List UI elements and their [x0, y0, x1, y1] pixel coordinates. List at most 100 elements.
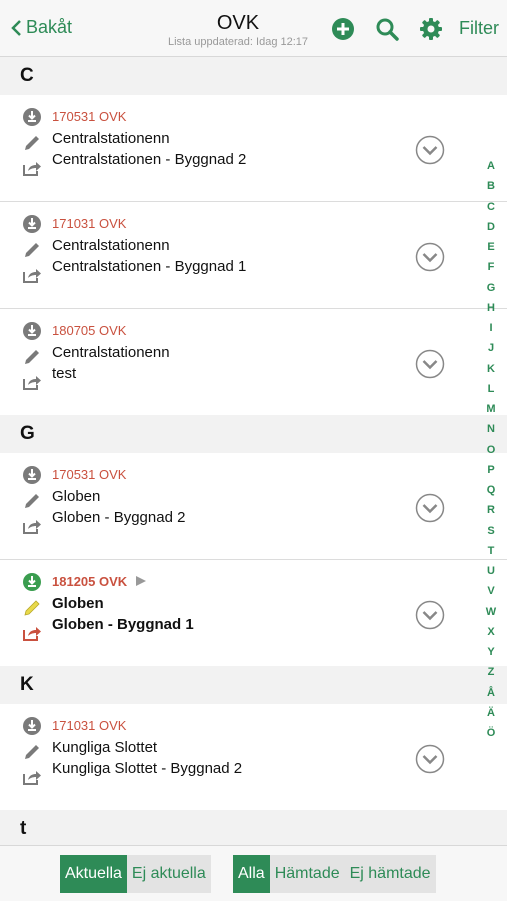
item-code: 180705 OVK	[52, 323, 127, 338]
list-item[interactable]: 180705 OVK Centralstationenn test	[0, 309, 507, 415]
item-code: 181205 OVK	[52, 574, 147, 589]
tab-aktuella[interactable]: Aktuella	[60, 855, 127, 893]
share-icon[interactable]	[22, 624, 42, 642]
list-item[interactable]: 171031 OVK Kungliga Slottet Kungliga Slo…	[0, 704, 507, 810]
index-letter[interactable]: G	[482, 282, 500, 302]
section-header-c: C	[0, 57, 507, 95]
list-item[interactable]: 170531 OVK Globen Globen - Byggnad 2	[0, 453, 507, 560]
list-item[interactable]: 171031 OVK Centralstationenn Centralstat…	[0, 202, 507, 309]
download-icon[interactable]	[22, 107, 42, 127]
back-label: Bakåt	[26, 17, 73, 37]
status-segmented-control: Aktuella Ej aktuella	[60, 855, 211, 893]
pencil-icon[interactable]	[22, 491, 42, 511]
index-letter[interactable]: N	[482, 423, 500, 443]
chevron-down-circle-icon[interactable]	[415, 493, 445, 523]
item-title: Centralstationenn	[52, 237, 170, 254]
share-icon[interactable]	[22, 768, 42, 786]
tab-ej-aktuella[interactable]: Ej aktuella	[126, 855, 211, 893]
pencil-icon[interactable]	[22, 598, 42, 618]
back-button[interactable]: Bakåt	[10, 17, 72, 38]
index-letter[interactable]: X	[482, 626, 500, 646]
index-letter[interactable]: V	[482, 585, 500, 605]
index-letter[interactable]: E	[482, 241, 500, 261]
item-code: 171031 OVK	[52, 718, 127, 733]
download-icon[interactable]	[22, 321, 42, 341]
item-subtitle: Globen - Byggnad 1	[52, 616, 194, 633]
last-updated-text: Lista uppdaterad: Idag 12:17	[167, 36, 309, 48]
index-letter[interactable]: M	[482, 403, 500, 423]
tab-alla[interactable]: Alla	[233, 855, 270, 893]
item-subtitle: Centralstationen - Byggnad 2	[52, 151, 247, 168]
item-title: Centralstationenn	[52, 344, 170, 361]
index-letter[interactable]: O	[482, 444, 500, 464]
search-icon[interactable]	[375, 17, 399, 41]
download-icon[interactable]	[22, 572, 42, 592]
pencil-icon[interactable]	[22, 240, 42, 260]
plus-circle-icon[interactable]	[331, 17, 355, 41]
alphabet-index[interactable]: A B C D E F G H I J K L M N O P Q R S T …	[482, 160, 500, 747]
index-letter[interactable]: Å	[482, 687, 500, 707]
share-icon[interactable]	[22, 517, 42, 535]
share-icon[interactable]	[22, 159, 42, 177]
index-letter[interactable]: Y	[482, 646, 500, 666]
section-header-g: G	[0, 415, 507, 453]
download-icon[interactable]	[22, 716, 42, 736]
section-header-t: t	[0, 810, 507, 848]
item-subtitle: Kungliga Slottet - Byggnad 2	[52, 760, 243, 777]
section-header-k: K	[0, 666, 507, 704]
index-letter[interactable]: A	[482, 160, 500, 180]
gear-icon[interactable]	[419, 17, 443, 41]
download-icon[interactable]	[22, 465, 42, 485]
index-letter[interactable]: Ö	[482, 727, 500, 747]
chevron-down-circle-icon[interactable]	[415, 242, 445, 272]
index-letter[interactable]: L	[482, 383, 500, 403]
download-segmented-control: Alla Hämtade Ej hämtade	[233, 855, 436, 893]
tab-ej-hamtade[interactable]: Ej hämtade	[344, 855, 436, 893]
item-subtitle: test	[52, 365, 77, 382]
index-letter[interactable]: S	[482, 525, 500, 545]
pencil-icon[interactable]	[22, 133, 42, 153]
index-letter[interactable]: Ä	[482, 707, 500, 727]
item-title: Centralstationenn	[52, 130, 170, 147]
chevron-down-circle-icon[interactable]	[415, 744, 445, 774]
tab-hamtade[interactable]: Hämtade	[269, 855, 345, 893]
item-subtitle: Centralstationen - Byggnad 1	[52, 258, 247, 275]
chevron-down-circle-icon[interactable]	[415, 135, 445, 165]
index-letter[interactable]: D	[482, 221, 500, 241]
list-item[interactable]: 170531 OVK Centralstationenn Centralstat…	[0, 95, 507, 202]
share-icon[interactable]	[22, 373, 42, 391]
index-letter[interactable]: C	[482, 201, 500, 221]
download-icon[interactable]	[22, 214, 42, 234]
index-letter[interactable]: R	[482, 504, 500, 524]
list-item-active[interactable]: 181205 OVK Globen Globen - Byggnad 1	[0, 560, 507, 666]
filter-button[interactable]: Filter	[459, 18, 499, 39]
chevron-down-circle-icon[interactable]	[415, 600, 445, 630]
index-letter[interactable]: F	[482, 261, 500, 281]
index-letter[interactable]: W	[482, 606, 500, 626]
index-letter[interactable]: I	[482, 322, 500, 342]
item-code: 171031 OVK	[52, 216, 127, 231]
chevron-down-circle-icon[interactable]	[415, 349, 445, 379]
chevron-left-icon	[11, 19, 21, 36]
index-letter[interactable]: B	[482, 180, 500, 200]
index-letter[interactable]: Z	[482, 666, 500, 686]
item-title: Globen	[52, 595, 104, 612]
ovk-list: C 170531 OVK Centralstationenn Centralst…	[0, 57, 507, 848]
item-code: 170531 OVK	[52, 467, 127, 482]
item-title: Kungliga Slottet	[52, 739, 158, 756]
index-letter[interactable]: U	[482, 565, 500, 585]
share-icon[interactable]	[22, 266, 42, 284]
index-letter[interactable]: P	[482, 464, 500, 484]
item-subtitle: Globen - Byggnad 2	[52, 509, 186, 526]
index-letter[interactable]: J	[482, 342, 500, 362]
pencil-icon[interactable]	[22, 742, 42, 762]
play-arrow-icon	[135, 576, 146, 586]
index-letter[interactable]: T	[482, 545, 500, 565]
index-letter[interactable]: K	[482, 363, 500, 383]
index-letter[interactable]: Q	[482, 484, 500, 504]
pencil-icon[interactable]	[22, 347, 42, 367]
index-letter[interactable]: H	[482, 302, 500, 322]
item-title: Globen	[52, 488, 101, 505]
bottom-filter-bar: Aktuella Ej aktuella Alla Hämtade Ej häm…	[0, 845, 507, 901]
navigation-bar: Bakåt OVK Lista uppdaterad: Idag 12:17 F…	[0, 0, 507, 57]
